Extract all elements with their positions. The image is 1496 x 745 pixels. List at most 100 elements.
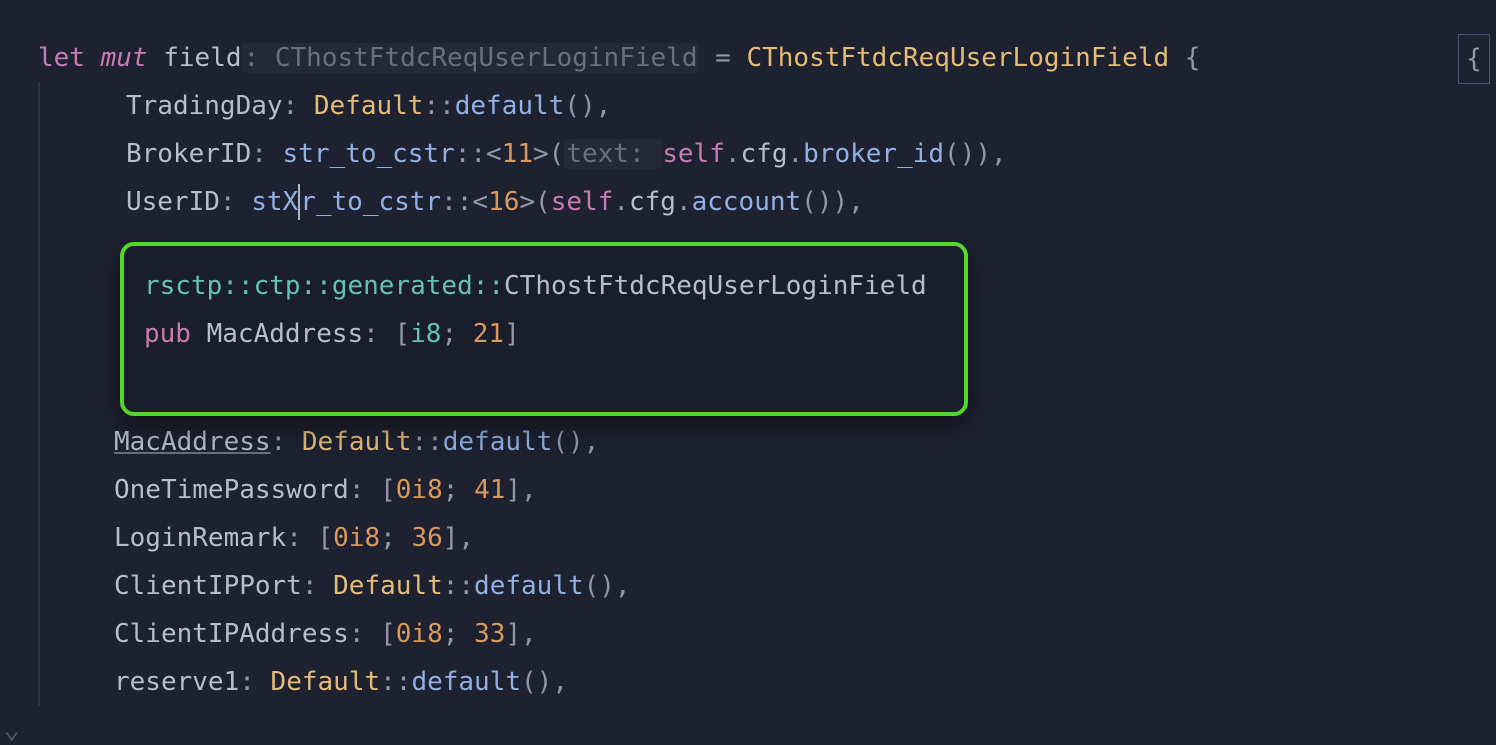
type-name: CThostFtdcReqUserLoginField	[746, 43, 1169, 73]
keyword-let: let	[38, 43, 85, 73]
bracket-close: ],	[505, 475, 536, 505]
literal: 0i8	[333, 523, 380, 553]
indent-guide	[38, 562, 40, 610]
fn-default: default	[411, 667, 521, 697]
fn-default: default	[443, 427, 553, 457]
tooltip-path-line: rsctp::ctp::generated::CThostFtdcReqUser…	[144, 262, 944, 310]
fn-prefix: stX	[251, 187, 298, 217]
tail: (),	[564, 91, 611, 121]
semi: ;	[380, 523, 411, 553]
code-line-current[interactable]: UserID: stXr_to_cstr::<16>(self.cfg.acco…	[0, 178, 1496, 226]
eq: =	[699, 43, 746, 73]
open-brace: {	[1169, 43, 1200, 73]
indent-guide	[38, 658, 40, 706]
prop-cfg: cfg	[629, 187, 676, 217]
matching-brace-marker: {	[1458, 34, 1490, 84]
tooltip-len: 21	[473, 319, 504, 349]
colon: :	[363, 319, 394, 349]
code-line[interactable]: LoginRemark: [0i8; 36],	[0, 514, 1496, 562]
literal: 0i8	[396, 475, 443, 505]
bracket: [	[380, 475, 396, 505]
inlay-param-hint: text:	[564, 139, 662, 169]
type-default: Default	[302, 427, 412, 457]
path-sep: ::	[441, 187, 472, 217]
dot: .	[676, 187, 692, 217]
fold-gutter-icon[interactable]: ⌄	[4, 715, 20, 745]
tooltip-pub: pub	[144, 319, 207, 349]
field-name: ClientIPAddress	[114, 619, 349, 649]
path-sep: ::	[411, 427, 442, 457]
const-generic: 11	[502, 139, 533, 169]
bracket-close: ],	[505, 619, 536, 649]
fn-suffix: r_to_cstr	[300, 187, 441, 217]
field-name: ClientIPPort	[114, 571, 302, 601]
code-line[interactable]: ClientIPPort: Default::default(),	[0, 562, 1496, 610]
dot: .	[725, 139, 741, 169]
path-sep: ::	[380, 667, 411, 697]
indent-guide	[38, 130, 40, 178]
bracket-close: ]	[504, 319, 520, 349]
code-line[interactable]: ClientIPAddress: [0i8; 33],	[0, 610, 1496, 658]
fn-default: default	[474, 571, 584, 601]
inlay-type-hint: : CThostFtdcReqUserLoginField	[242, 43, 700, 73]
method-broker-id: broker_id	[803, 139, 944, 169]
type-default: Default	[314, 91, 424, 121]
literal: 0i8	[396, 619, 443, 649]
code-line[interactable]: reserve1: Default::default(),	[0, 658, 1496, 706]
indent-guide	[38, 178, 40, 226]
fn-str-to-cstr: str_to_cstr	[283, 139, 455, 169]
var-field: field	[163, 43, 241, 73]
field-name: OneTimePassword	[114, 475, 349, 505]
bracket: [	[394, 319, 410, 349]
semi: ;	[443, 475, 474, 505]
bracket: [	[380, 619, 396, 649]
gt: >	[519, 187, 535, 217]
array-len: 36	[411, 523, 442, 553]
field-name: LoginRemark	[114, 523, 286, 553]
field-name: UserID	[126, 187, 220, 217]
code-editor[interactable]: { let mut field: CThostFtdcReqUserLoginF…	[0, 0, 1496, 706]
tail: ()),	[944, 139, 1007, 169]
array-len: 33	[474, 619, 505, 649]
keyword-mut: mut	[101, 43, 148, 73]
tooltip-path: rsctp::ctp::generated::	[144, 271, 504, 301]
lt: <	[472, 187, 488, 217]
path-sep: ::	[443, 571, 474, 601]
indent-guide	[38, 82, 40, 130]
fn-default: default	[455, 91, 565, 121]
lparen: (	[535, 187, 551, 217]
dot: .	[788, 139, 804, 169]
semi: ;	[441, 319, 472, 349]
tooltip-type: CThostFtdcReqUserLoginField	[504, 271, 927, 301]
tail: (),	[552, 427, 599, 457]
field-name: BrokerID	[126, 139, 251, 169]
self-kw: self	[662, 139, 725, 169]
type-default: Default	[271, 667, 381, 697]
field-name: reserve1	[114, 667, 239, 697]
array-len: 41	[474, 475, 505, 505]
const-generic: 16	[488, 187, 519, 217]
code-line[interactable]: let mut field: CThostFtdcReqUserLoginFie…	[0, 34, 1496, 82]
code-line[interactable]: BrokerID: str_to_cstr::<11>(text: self.c…	[0, 130, 1496, 178]
code-line[interactable]: MacAddress: Default::default(),	[0, 418, 1496, 466]
indent-guide	[38, 466, 40, 514]
tooltip-signature-line: pub MacAddress: [i8; 21]	[144, 310, 944, 358]
lt: <	[486, 139, 502, 169]
field-name: TradingDay	[126, 91, 283, 121]
code-line[interactable]: OneTimePassword: [0i8; 41],	[0, 466, 1496, 514]
semi: ;	[443, 619, 474, 649]
dot: .	[613, 187, 629, 217]
code-line[interactable]: TradingDay: Default::default(),	[0, 82, 1496, 130]
tail: (),	[584, 571, 631, 601]
gt: >	[533, 139, 549, 169]
method-account: account	[692, 187, 802, 217]
bracket: [	[318, 523, 334, 553]
type-default: Default	[333, 571, 443, 601]
path-sep: ::	[455, 139, 486, 169]
tail: (),	[521, 667, 568, 697]
lparen: (	[549, 139, 565, 169]
hover-tooltip[interactable]: rsctp::ctp::generated::CThostFtdcReqUser…	[120, 242, 968, 416]
self-kw: self	[551, 187, 614, 217]
path-sep: ::	[423, 91, 454, 121]
tooltip-field: MacAddress	[207, 319, 364, 349]
